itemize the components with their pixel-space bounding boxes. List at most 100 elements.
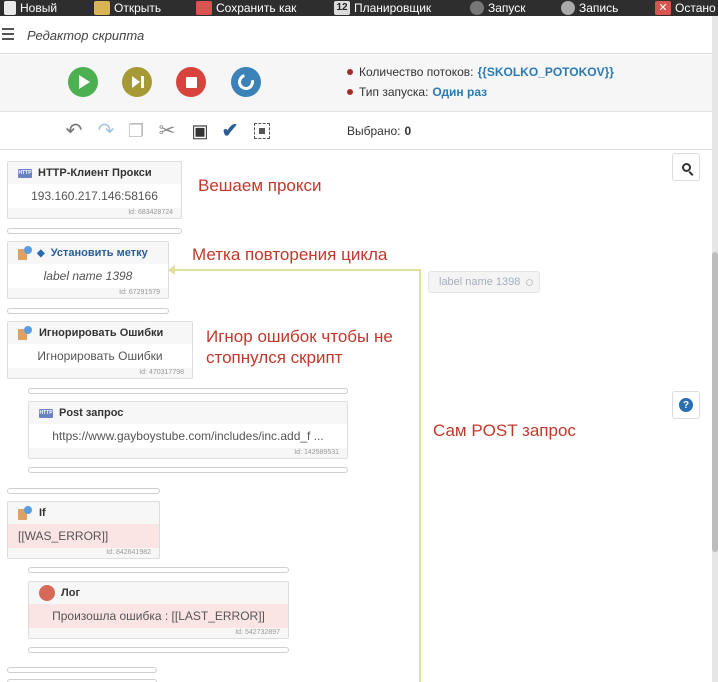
selected-count: 0 xyxy=(404,124,412,138)
menu-bar: Новый Открыть Сохранить как 12 Планировщ… xyxy=(0,0,718,16)
menu-save-as-label: Сохранить как xyxy=(216,1,297,15)
block-id: Id: 142589531 xyxy=(294,449,339,456)
action-icon xyxy=(18,325,33,341)
vertical-scrollbar[interactable] xyxy=(712,16,718,682)
http-icon: HTTP xyxy=(18,168,32,178)
loop-label-text: label name 1398 xyxy=(439,276,521,288)
block-log[interactable]: Лог Произошла ошибка : [[LAST_ERROR]] Id… xyxy=(28,581,289,639)
http-icon: HTTP xyxy=(39,408,53,418)
play-icon xyxy=(79,75,90,89)
stop-square-icon xyxy=(185,76,197,88)
menu-open[interactable]: Открыть xyxy=(94,0,161,16)
edit-toolbar: ↶ ↷ ❐ ✂ ▣ ✔ Выбрано: 0 xyxy=(0,112,712,150)
note-loop: Метка повторения цикла xyxy=(192,245,388,264)
note-ignore-line-2: стопнулся скрипт xyxy=(206,348,343,367)
action-icon xyxy=(18,245,33,261)
block-if[interactable]: If [[WAS_ERROR]] Id: 842641982 xyxy=(7,501,160,559)
search-icon xyxy=(681,162,691,172)
canvas-help-button[interactable]: ? xyxy=(672,391,700,419)
menu-open-label: Открыть xyxy=(114,1,162,15)
block-body: Произошла ошибка : [[LAST_ERROR]] xyxy=(29,604,288,628)
block-connector xyxy=(28,647,289,653)
note-post: Сам POST запрос xyxy=(433,421,576,440)
block-title: Лог xyxy=(61,587,81,599)
help-icon: ? xyxy=(679,398,693,412)
loop-arrow-icon xyxy=(168,265,175,275)
step-button[interactable] xyxy=(122,67,152,97)
block-set-label[interactable]: ◆ Установить метку label name 1398 Id: 67… xyxy=(7,241,169,299)
run-button[interactable] xyxy=(68,67,98,97)
block-id: Id: 683428724 xyxy=(128,209,173,216)
launch-type-label: Тип запуска: xyxy=(359,85,429,99)
menu-new[interactable]: Новый xyxy=(4,0,57,16)
editor-title-bar: Редактор скрипта xyxy=(0,16,712,54)
cut-icon[interactable]: ✂ xyxy=(155,120,179,142)
bullet-icon xyxy=(347,89,353,95)
menu-scheduler-label: Планировщик xyxy=(354,1,432,15)
block-body: https://www.gayboystube.com/includes/inc… xyxy=(29,424,347,448)
block-body: label name 1398 xyxy=(8,264,168,288)
record-icon xyxy=(561,1,575,15)
select-all-check-icon[interactable]: ✔ xyxy=(218,120,242,142)
menu-run-label: Запуск xyxy=(488,1,526,15)
hamburger-menu-icon[interactable] xyxy=(2,28,14,40)
loop-label-pill[interactable]: label name 1398 xyxy=(428,271,541,293)
block-body: 193.160.217.146:58166 xyxy=(8,184,181,208)
block-id: Id: 542732897 xyxy=(235,629,280,636)
stop-button[interactable] xyxy=(176,67,206,97)
paste-icon[interactable]: ▣ xyxy=(188,120,212,142)
block-id: Id: 470317798 xyxy=(139,369,184,376)
block-connector xyxy=(7,308,169,314)
block-id: Id: 67291579 xyxy=(119,289,160,296)
selected-label: Выбрано: xyxy=(347,124,401,138)
block-post-request[interactable]: HTTP Post запрос https://www.gayboystube.… xyxy=(28,401,348,459)
menu-save-as[interactable]: Сохранить как xyxy=(196,0,296,16)
block-connector xyxy=(7,667,157,673)
loop-connector-vertical xyxy=(419,269,421,682)
block-body: Игнорировать Ошибки xyxy=(8,344,192,368)
tag-icon: ◆ xyxy=(37,247,45,259)
block-title: Установить метку xyxy=(50,247,148,259)
block-title: If xyxy=(39,507,46,519)
selected-count-info: Выбрано: 0 xyxy=(347,124,411,138)
menu-scheduler[interactable]: 12 Планировщик xyxy=(334,0,431,16)
block-http-proxy[interactable]: HTTP HTTP-Клиент Прокси 193.160.217.146:5… xyxy=(7,161,182,219)
script-canvas[interactable]: ? label name 1398 HTTP HTTP-Клиент Прокси… xyxy=(0,151,712,682)
block-title: Post запрос xyxy=(59,407,124,419)
block-connector xyxy=(28,567,289,573)
step-forward-icon xyxy=(132,76,144,88)
canvas-search-button[interactable] xyxy=(672,153,700,181)
new-file-icon xyxy=(4,1,16,15)
undo-icon[interactable]: ↶ xyxy=(62,120,86,142)
copy-icon[interactable]: ❐ xyxy=(124,120,148,142)
select-box-icon[interactable] xyxy=(250,120,274,142)
folder-icon xyxy=(94,1,110,15)
block-connector xyxy=(7,228,182,234)
loop-connector-horizontal xyxy=(174,269,421,271)
page-title: Редактор скрипта xyxy=(27,28,145,43)
redo-icon[interactable]: ↷ xyxy=(94,120,118,142)
menu-stop[interactable]: ✕ Остано xyxy=(655,0,716,16)
block-title: HTTP-Клиент Прокси xyxy=(38,167,152,179)
menu-new-label: Новый xyxy=(20,1,58,15)
calendar-icon: 12 xyxy=(334,1,350,15)
play-circle-icon xyxy=(470,1,484,15)
bullet-icon xyxy=(347,69,353,75)
block-connector xyxy=(28,467,348,473)
note-ignore: Игнор ошибок чтобы не стопнулся скрипт xyxy=(206,326,393,368)
menu-run[interactable]: Запуск xyxy=(470,0,526,16)
menu-record[interactable]: Запись xyxy=(561,0,618,16)
block-ignore-errors[interactable]: Игнорировать Ошибки Игнорировать Ошибки … xyxy=(7,321,193,379)
connector-dot-icon[interactable] xyxy=(526,278,534,286)
block-connector xyxy=(28,388,348,394)
threads-value-link[interactable]: {{SKOLKO_POTOKOV}} xyxy=(478,65,614,79)
launch-type-value-link[interactable]: Один раз xyxy=(432,85,487,99)
note-proxy: Вешаем прокси xyxy=(198,176,322,195)
stop-icon: ✕ xyxy=(655,1,671,15)
menu-stop-label: Остано xyxy=(675,1,716,15)
menu-record-label: Запись xyxy=(579,1,619,15)
launch-type-info: Тип запуска: Один раз xyxy=(347,85,487,99)
scrollbar-thumb[interactable] xyxy=(712,252,718,552)
restart-button[interactable] xyxy=(231,67,261,97)
restart-icon xyxy=(235,71,257,93)
